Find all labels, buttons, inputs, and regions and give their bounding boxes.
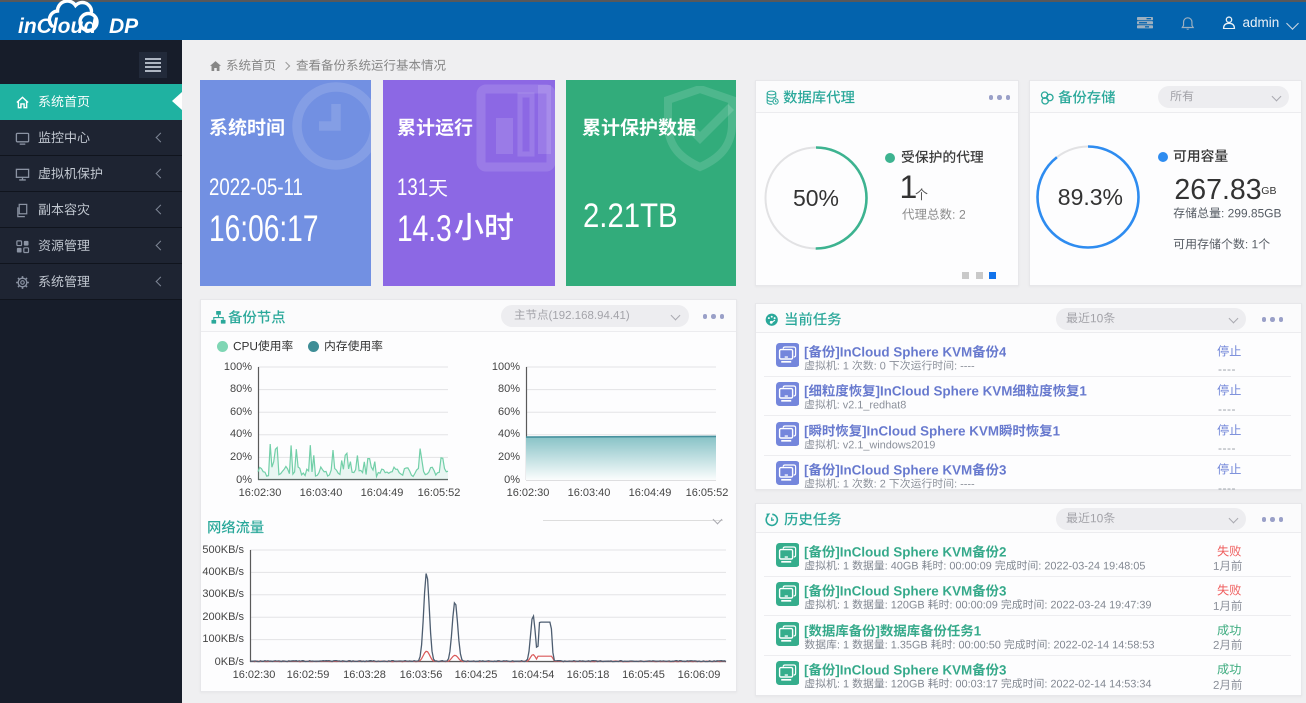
svg-text:inCloud: inCloud xyxy=(18,15,97,38)
svg-text:DP: DP xyxy=(109,15,139,38)
